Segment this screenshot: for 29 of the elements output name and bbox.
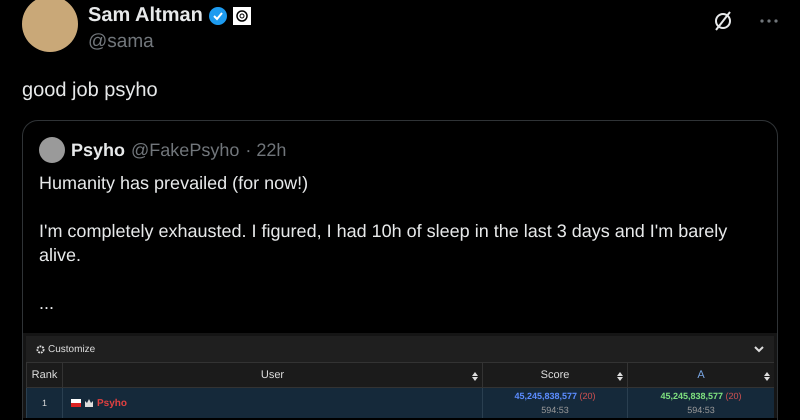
sort-icon — [764, 372, 770, 381]
avatar[interactable] — [22, 0, 78, 52]
rank-number: 1 — [42, 398, 47, 408]
sort-icon — [472, 372, 478, 381]
slashed-circle-icon[interactable] — [712, 10, 734, 32]
score-value: 45,245,838,577 (20) — [514, 390, 596, 402]
quoted-text: ... — [39, 292, 56, 315]
task-time: 594:53 — [687, 404, 715, 416]
sort-icon — [617, 372, 623, 381]
quoted-avatar[interactable] — [39, 137, 65, 163]
post-text: good job psyho — [22, 79, 159, 102]
task-score-value: 45,245,838,577 (20) — [660, 390, 742, 402]
flag-icon — [71, 399, 81, 407]
author-name[interactable]: Sam Altman — [88, 4, 203, 27]
quoted-handle[interactable]: @FakePsyho — [131, 140, 240, 160]
quoted-text: Humanity has prevailed (for now!) — [39, 172, 310, 195]
author-handle[interactable]: @sama — [88, 31, 251, 53]
crown-badge-icon — [84, 398, 94, 408]
quoted-author-name[interactable]: Psyho — [71, 140, 126, 160]
customize-button[interactable]: Customize — [36, 344, 96, 354]
score-time: 594:53 — [541, 404, 569, 416]
chevron-down-icon[interactable] — [754, 346, 764, 352]
affiliate-logo-icon — [232, 6, 251, 24]
user-link[interactable]: Psyho — [97, 398, 128, 408]
more-icon[interactable] — [760, 19, 778, 23]
quoted-time: · 22h — [245, 140, 286, 160]
gear-icon — [36, 344, 45, 354]
quoted-post-card[interactable] — [22, 120, 778, 420]
quoted-text: I'm completely exhausted. I figured, I had 10h of sleep in the last 3 days and I'm barely alive. — [39, 220, 728, 267]
